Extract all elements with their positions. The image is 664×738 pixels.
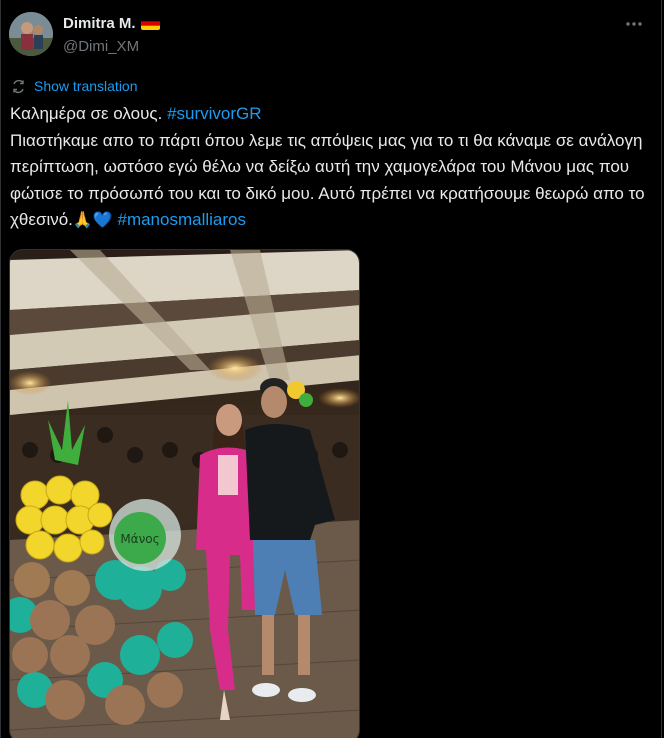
show-translation-label: Show translation [34, 78, 138, 94]
tweet-text: Καλημέρα σε ολους. #survivorGR Πιαστήκαμ… [10, 101, 650, 234]
show-translation-link[interactable]: Show translation [11, 78, 138, 94]
translate-icon [13, 79, 24, 93]
display-name[interactable]: Dimitra M. [63, 15, 136, 32]
blue-heart-emoji-icon: 💙 [92, 210, 113, 229]
more-options-icon[interactable] [623, 14, 645, 34]
avatar[interactable] [9, 12, 53, 56]
germany-flag-icon [140, 17, 160, 30]
user-handle[interactable]: @Dimi_XM [63, 38, 139, 55]
hashtag-survivorgr[interactable]: #survivorGR [167, 104, 261, 123]
tweet-detail: Dimitra M. @Dimi_XM Show translation Καλ… [0, 0, 662, 738]
avatar-image [9, 12, 53, 56]
name-row: Dimitra M. [63, 15, 160, 32]
tweet-greeting: Καλημέρα σε ολους. [10, 104, 168, 123]
tweet-header: Dimitra M. @Dimi_XM [9, 12, 645, 60]
pray-emoji-icon: 🙏 [72, 210, 93, 229]
balloon-name-label: Μάνος [120, 532, 159, 546]
hashtag-manosmalliaros[interactable]: #manosmalliaros [117, 210, 246, 229]
party-photo: Μάνος [10, 250, 359, 738]
tweet-photo[interactable]: Μάνος [9, 249, 360, 738]
